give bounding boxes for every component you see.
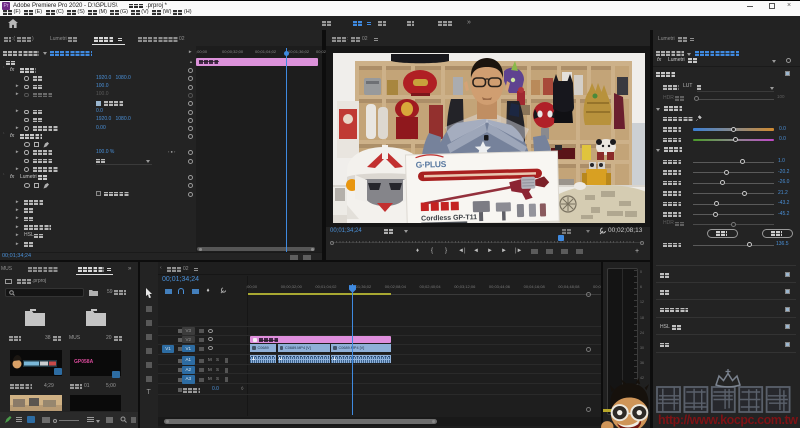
svg-text:G·PLUS: G·PLUS — [416, 159, 447, 170]
svg-text:http://www.kocpc.com.tw: http://www.kocpc.com.tw — [658, 413, 798, 427]
svg-text:Cordless GP-T11: Cordless GP-T11 — [421, 214, 477, 222]
